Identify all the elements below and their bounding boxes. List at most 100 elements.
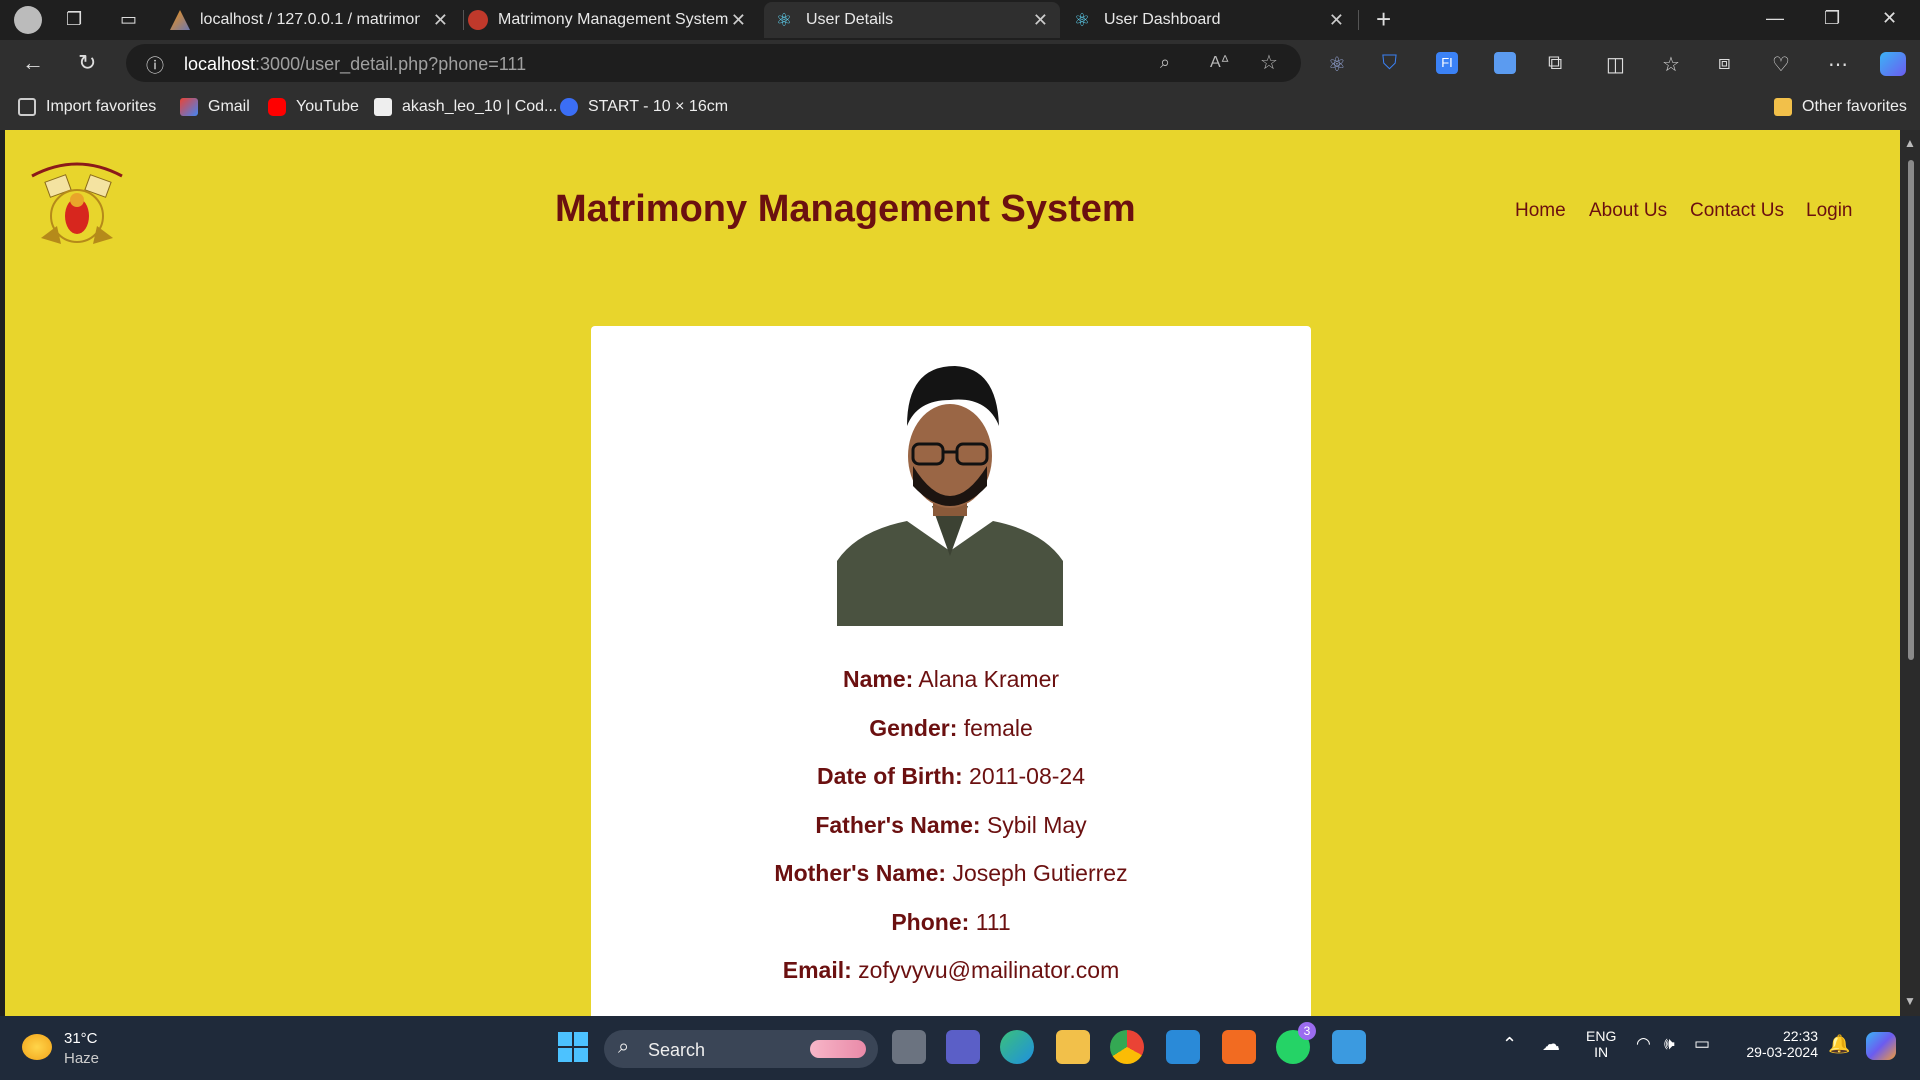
zoom-icon[interactable]: ⌕ <box>1160 52 1170 73</box>
weather-desc: Haze <box>64 1050 100 1067</box>
browser-essentials-icon[interactable]: ♡ <box>1772 52 1790 77</box>
cc-icon <box>374 98 392 116</box>
tab-title: Matrimony Management System <box>498 11 728 28</box>
notepad-icon[interactable] <box>1332 1030 1366 1064</box>
site-title: Matrimony Management System <box>555 188 1136 230</box>
field-name: Name: Alana Kramer <box>842 666 1060 692</box>
close-tab-icon[interactable]: ✕ <box>1329 10 1344 31</box>
profile-avatar[interactable] <box>14 6 42 34</box>
address-bar[interactable]: ⓘ localhost:3000/user_detail.php?phone=1… <box>126 44 1301 82</box>
field-mother-name: Mother's Name: Joseph Gutierrez <box>774 860 1128 886</box>
collections-icon[interactable]: ⧈ <box>1718 52 1731 75</box>
taskbar-search[interactable]: ⌕ Search <box>604 1030 878 1068</box>
close-window-icon[interactable]: ✕ <box>1882 8 1897 29</box>
scroll-up-icon[interactable]: ▲ <box>1904 136 1916 150</box>
clock[interactable]: 22:33 29-03-2024 <box>1738 1028 1818 1060</box>
copilot-icon[interactable] <box>1880 52 1906 76</box>
file-explorer-icon[interactable] <box>1056 1030 1090 1064</box>
read-aloud-icon[interactable]: Aᐞ <box>1210 52 1229 72</box>
restore-icon[interactable]: ❐ <box>1824 8 1840 29</box>
favorite-star-icon[interactable]: ☆ <box>1260 50 1278 75</box>
task-view-icon[interactable] <box>892 1030 926 1064</box>
page-viewport: Matrimony Management System Home About U… <box>5 130 1900 1016</box>
tab-user-details[interactable]: ⚛ User Details ✕ <box>764 2 1060 38</box>
wifi-icon[interactable]: ◠ <box>1636 1034 1651 1054</box>
field-dob: Date of Birth: 2011-08-24 <box>816 763 1085 789</box>
scrollbar-thumb[interactable] <box>1908 160 1914 660</box>
fav-start[interactable]: START - 10 × 16cm <box>560 98 728 116</box>
nav-contact-us[interactable]: Contact Us <box>1690 200 1784 222</box>
extension-fi-icon[interactable]: FI <box>1436 52 1458 74</box>
fav-codechef[interactable]: akash_leo_10 | Cod... <box>374 98 557 116</box>
vscode-icon[interactable] <box>1166 1030 1200 1064</box>
language-indicator[interactable]: ENG IN <box>1586 1028 1616 1060</box>
extensions-icon[interactable]: ⧉ <box>1548 52 1562 75</box>
nav-home[interactable]: Home <box>1515 200 1566 222</box>
tab-matrimony[interactable]: Matrimony Management System ✕ <box>468 2 758 38</box>
close-tab-icon[interactable]: ✕ <box>731 10 746 31</box>
fav-import[interactable]: Import favorites <box>18 98 156 116</box>
other-favorites[interactable]: Other favorites <box>1774 98 1907 116</box>
back-icon[interactable]: ← <box>22 50 44 76</box>
bitwarden-icon[interactable]: ⛉ <box>1382 52 1397 75</box>
react-icon: ⚛ <box>776 10 793 30</box>
favorites-icon[interactable]: ☆ <box>1662 52 1680 77</box>
more-options-icon[interactable]: ⋯ <box>1828 52 1848 77</box>
tab-title: User Details <box>806 11 894 28</box>
gmail-icon <box>180 98 198 116</box>
canva-icon <box>560 98 578 116</box>
weather-icon[interactable] <box>22 1034 52 1060</box>
battery-icon[interactable]: ▭ <box>1694 1034 1710 1054</box>
field-father-name: Father's Name: Sybil May <box>815 812 1087 838</box>
close-tab-icon[interactable]: ✕ <box>433 10 448 31</box>
react-icon: ⚛ <box>1074 10 1091 30</box>
volume-icon[interactable]: 🕪 <box>1664 1034 1675 1054</box>
chrome-icon[interactable] <box>1110 1030 1144 1064</box>
weather-temp: 31°C <box>64 1030 98 1047</box>
whatsapp-badge: 3 <box>1298 1022 1316 1040</box>
scroll-down-icon[interactable]: ▼ <box>1904 994 1916 1008</box>
notification-bell-icon[interactable]: 🔔 <box>1828 1034 1850 1055</box>
tab-actions-icon[interactable]: ▭ <box>120 9 137 30</box>
phpmyadmin-icon <box>170 10 190 30</box>
page-scrollbar[interactable]: ▲ ▼ <box>1900 130 1920 1016</box>
new-tab-icon[interactable]: + <box>1376 4 1391 35</box>
minimize-icon[interactable]: — <box>1766 8 1784 29</box>
tab-phpmyadmin[interactable]: localhost / 127.0.0.1 / matrimony ✕ <box>170 2 460 38</box>
folder-icon <box>1774 98 1792 116</box>
tab-title: User Dashboard <box>1104 11 1221 28</box>
site-info-icon[interactable]: ⓘ <box>146 52 164 78</box>
react-devtools-icon[interactable]: ⚛ <box>1328 52 1346 77</box>
tab-user-dashboard[interactable]: ⚛ User Dashboard ✕ <box>1066 2 1356 38</box>
teams-icon[interactable] <box>946 1030 980 1064</box>
url-text[interactable]: localhost:3000/user_detail.php?phone=111 <box>184 54 526 75</box>
xampp-icon[interactable] <box>1222 1030 1256 1064</box>
browser-tab-bar: ❐ ▭ localhost / 127.0.0.1 / matrimony ✕ … <box>0 0 1920 40</box>
copilot-taskbar-icon[interactable] <box>1866 1032 1896 1060</box>
fav-youtube[interactable]: YouTube <box>268 98 359 116</box>
favorites-bar: Import favorites Gmail YouTube akash_leo… <box>0 88 1920 130</box>
field-phone: Phone: 111 <box>891 909 1011 935</box>
split-screen-icon[interactable]: ◫ <box>1606 52 1625 77</box>
extension-window-icon[interactable] <box>1494 52 1516 74</box>
field-email: Email: zofyvyvu@mailinator.com <box>782 957 1120 983</box>
temple-logo-icon <box>468 10 488 30</box>
search-icon: ⌕ <box>618 1036 630 1058</box>
refresh-icon[interactable]: ↻ <box>78 50 96 76</box>
start-icon[interactable] <box>556 1030 590 1064</box>
fav-gmail[interactable]: Gmail <box>180 98 250 116</box>
import-icon <box>18 98 36 116</box>
address-toolbar: ← ↻ ⓘ localhost:3000/user_detail.php?pho… <box>0 40 1920 88</box>
profile-photo <box>837 356 1063 626</box>
user-detail-card: Name: Alana Kramer Gender: female Date o… <box>591 326 1311 1016</box>
onedrive-icon[interactable]: ☁ <box>1542 1034 1560 1055</box>
show-hidden-icons[interactable]: ⌃ <box>1502 1034 1517 1055</box>
workspaces-icon[interactable]: ❐ <box>66 9 82 30</box>
whatsapp-icon[interactable]: 3 <box>1276 1022 1316 1064</box>
close-tab-icon[interactable]: ✕ <box>1033 10 1048 31</box>
community-logo <box>31 162 123 244</box>
tab-title: localhost / 127.0.0.1 / matrimony <box>200 11 420 28</box>
nav-about-us[interactable]: About Us <box>1589 200 1667 222</box>
nav-login[interactable]: Login <box>1806 200 1853 222</box>
edge-icon[interactable] <box>1000 1030 1034 1064</box>
